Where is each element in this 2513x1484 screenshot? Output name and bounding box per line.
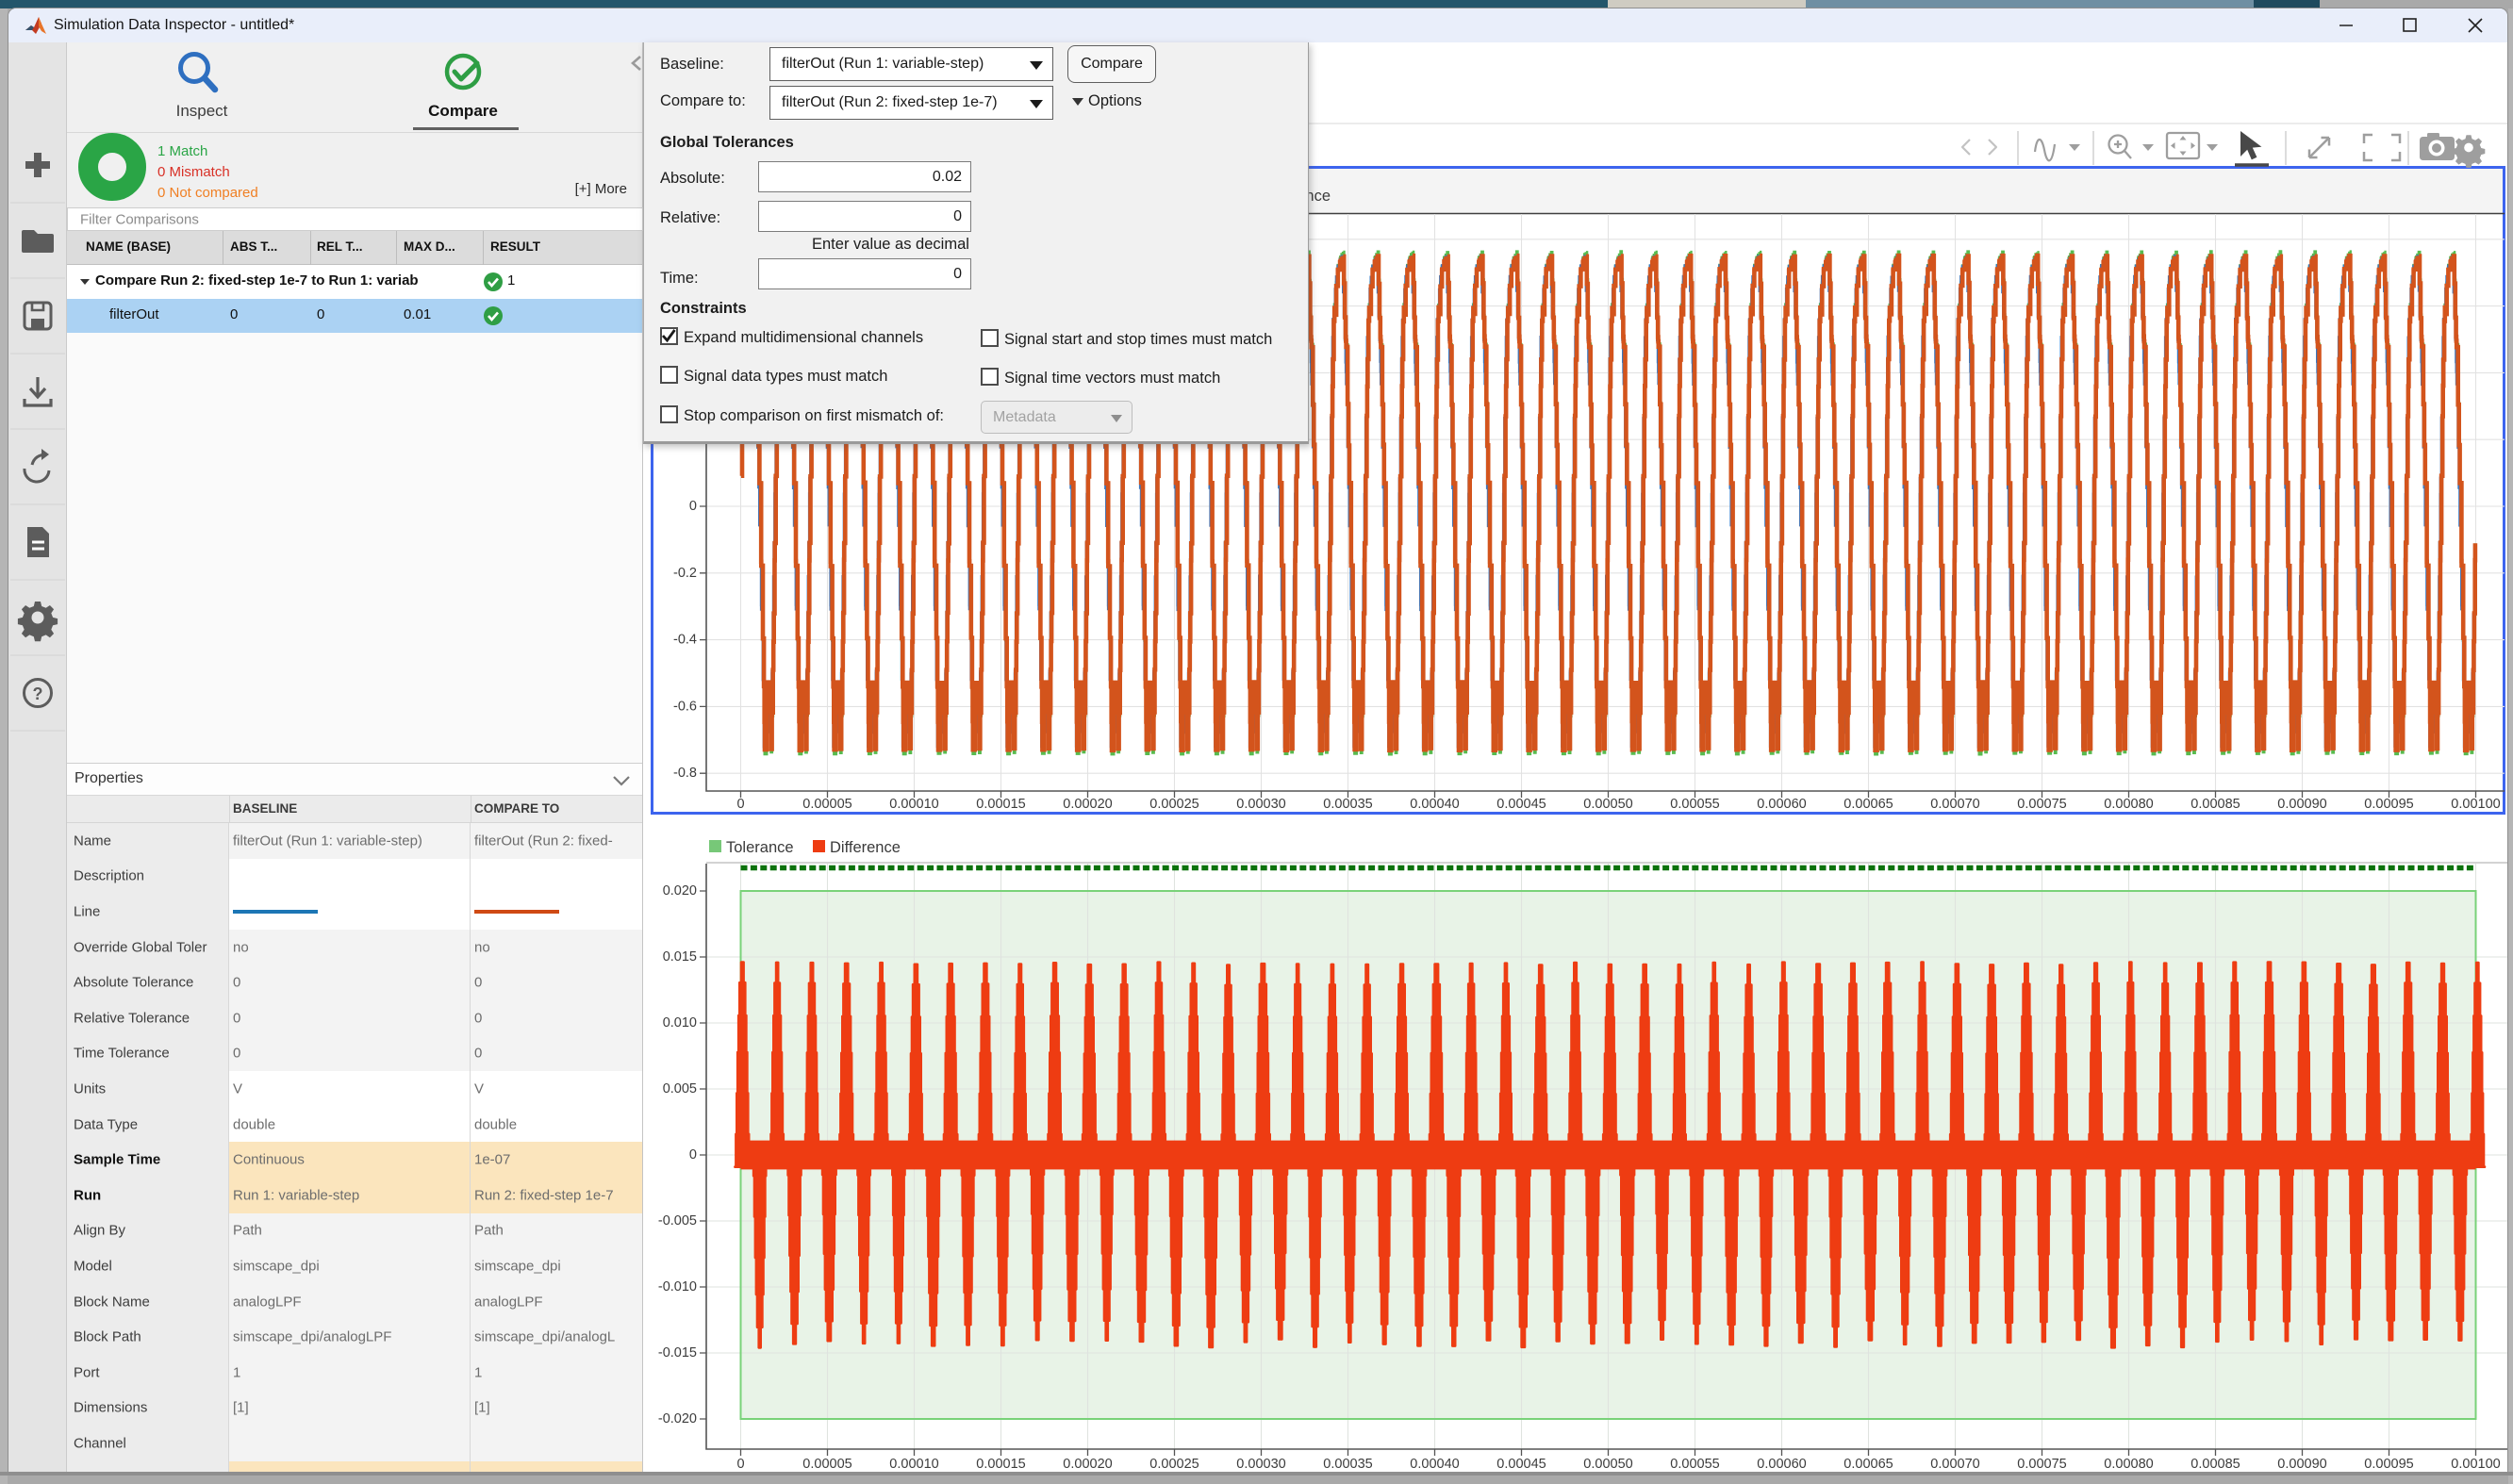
svg-text:0.00090: 0.00090 (2277, 1457, 2326, 1472)
svg-text:0: 0 (689, 1147, 697, 1162)
svg-text:-0.4: -0.4 (673, 633, 697, 648)
svg-text:0.00005: 0.00005 (802, 1457, 851, 1472)
svg-text:0.00025: 0.00025 (1149, 1457, 1199, 1472)
svg-text:0.00075: 0.00075 (2017, 1457, 2066, 1472)
svg-text:0.00080: 0.00080 (2104, 797, 2153, 812)
svg-text:-0.6: -0.6 (673, 699, 697, 714)
svg-text:0.00025: 0.00025 (1149, 797, 1199, 812)
svg-text:0.00070: 0.00070 (1930, 797, 1979, 812)
svg-text:0.00065: 0.00065 (1843, 1457, 1893, 1472)
svg-text:0.00085: 0.00085 (2191, 1457, 2240, 1472)
svg-text:0.00100: 0.00100 (2451, 1457, 2500, 1472)
svg-text:-0.005: -0.005 (658, 1213, 697, 1228)
svg-text:0.00040: 0.00040 (1410, 797, 1459, 812)
svg-text:0.00035: 0.00035 (1323, 797, 1372, 812)
svg-text:0: 0 (736, 1457, 744, 1472)
svg-text:0.010: 0.010 (663, 1015, 697, 1031)
svg-text:0.00090: 0.00090 (2277, 797, 2326, 812)
svg-text:0.00020: 0.00020 (1063, 1457, 1112, 1472)
svg-text:0.00045: 0.00045 (1496, 1457, 1546, 1472)
svg-text:0.00050: 0.00050 (1583, 1457, 1632, 1472)
svg-text:0.00040: 0.00040 (1410, 1457, 1459, 1472)
svg-text:?: ? (33, 684, 43, 703)
svg-text:0: 0 (736, 797, 744, 812)
svg-text:0.00010: 0.00010 (889, 1457, 938, 1472)
svg-text:-0.010: -0.010 (658, 1279, 697, 1294)
svg-text:0.00085: 0.00085 (2191, 797, 2240, 812)
svg-text:0.00030: 0.00030 (1236, 1457, 1285, 1472)
svg-text:0.00010: 0.00010 (889, 797, 938, 812)
svg-text:-0.015: -0.015 (658, 1345, 697, 1360)
svg-text:0.00070: 0.00070 (1930, 1457, 1979, 1472)
svg-text:0.015: 0.015 (663, 949, 697, 965)
svg-text:0.00055: 0.00055 (1670, 797, 1719, 812)
svg-text:0.00060: 0.00060 (1757, 797, 1806, 812)
svg-text:0.00050: 0.00050 (1583, 797, 1632, 812)
svg-text:0.020: 0.020 (663, 883, 697, 899)
svg-text:0.00080: 0.00080 (2104, 1457, 2153, 1472)
svg-text:0.00015: 0.00015 (976, 797, 1025, 812)
svg-text:0.00100: 0.00100 (2451, 797, 2500, 812)
svg-text:0.00045: 0.00045 (1496, 797, 1546, 812)
svg-text:0.00015: 0.00015 (976, 1457, 1025, 1472)
svg-text:0.00060: 0.00060 (1757, 1457, 1806, 1472)
svg-text:Difference: Difference (830, 839, 901, 856)
svg-text:0.00095: 0.00095 (2364, 1457, 2413, 1472)
svg-text:0.00020: 0.00020 (1063, 797, 1112, 812)
svg-text:0.005: 0.005 (663, 1081, 697, 1097)
svg-text:0.00030: 0.00030 (1236, 797, 1285, 812)
svg-text:0.00065: 0.00065 (1843, 797, 1893, 812)
svg-text:Tolerance: Tolerance (726, 839, 794, 856)
svg-text:0.00005: 0.00005 (802, 797, 851, 812)
svg-text:0.00035: 0.00035 (1323, 1457, 1372, 1472)
svg-text:0.00055: 0.00055 (1670, 1457, 1719, 1472)
svg-text:-0.8: -0.8 (673, 766, 697, 781)
svg-text:0.00095: 0.00095 (2364, 797, 2413, 812)
svg-text:-0.2: -0.2 (673, 566, 697, 581)
svg-text:0: 0 (689, 499, 697, 514)
svg-text:0.00075: 0.00075 (2017, 797, 2066, 812)
svg-text:-0.020: -0.020 (658, 1411, 697, 1426)
